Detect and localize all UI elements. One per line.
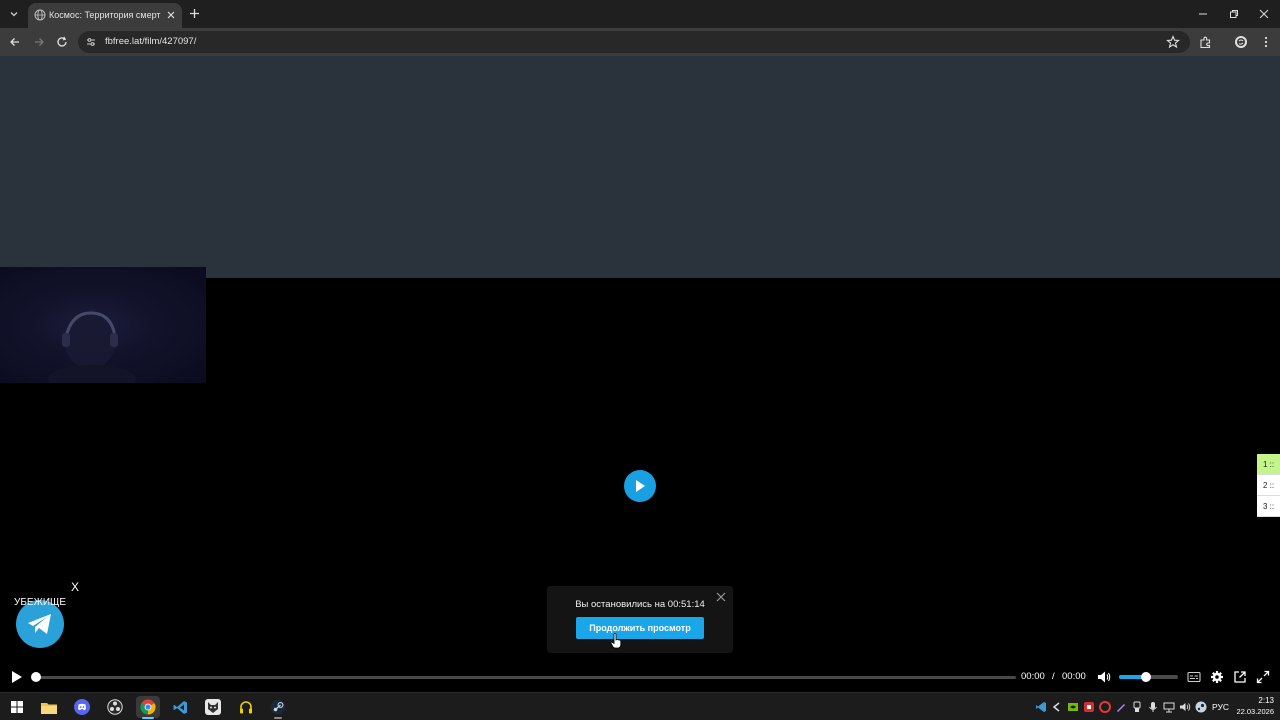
volume-knob[interactable] [1140,672,1151,682]
tray-opera-icon[interactable] [1099,701,1111,713]
total-time: 00:00 [1062,671,1086,682]
obs-icon[interactable] [106,698,124,716]
close-window-button[interactable] [1257,7,1271,21]
tray-vscode-icon[interactable] [1035,701,1047,713]
arrow-left-icon [10,38,19,46]
bookmark-star-icon[interactable] [1166,35,1180,49]
progress-bar[interactable] [36,676,1016,679]
address-bar[interactable]: fbfree.lat/film/427097/ [78,31,1190,53]
telegram-widget-label: УБЕЖИЩЕ [14,597,67,608]
keyboard-language[interactable]: РУС [1212,701,1229,713]
volume-slider[interactable] [1119,672,1178,682]
arrow-right-icon [35,38,44,46]
chevron-down-icon [10,11,17,16]
play-button-center[interactable] [624,470,656,502]
vscode-icon[interactable] [171,698,189,716]
volume-icon[interactable] [1097,670,1111,684]
forward-button[interactable] [32,35,46,49]
resume-popup: Вы остановились на 00:51:14 Продолжить п… [547,586,733,653]
app-wolf-icon[interactable] [204,698,222,716]
close-icon [167,11,175,19]
close-icon [716,592,726,602]
resume-close-button[interactable] [715,591,727,603]
webcam-overlay [0,267,206,383]
steam-icon[interactable] [269,698,287,716]
fullscreen-icon[interactable] [1256,670,1270,684]
telegram-icon [28,614,51,634]
plus-icon [190,9,199,18]
play-button[interactable] [11,670,23,684]
reload-button[interactable] [55,35,69,49]
tray-usb-icon[interactable] [1131,701,1143,713]
subtitles-icon[interactable] [1187,670,1201,684]
back-button[interactable] [8,35,22,49]
tab-search-button[interactable] [5,5,22,22]
tray-steam-icon[interactable] [1195,701,1207,713]
tray-arrow-icon[interactable] [1051,701,1063,713]
url-text[interactable]: fbfree.lat/film/427097/ [105,35,196,49]
resume-message: Вы остановились на 00:51:14 [575,599,705,610]
current-time: 00:00 [1021,671,1045,682]
more-vertical-icon [1264,36,1268,48]
tray-red-app-icon[interactable] [1083,701,1095,713]
tray-mic-icon[interactable] [1147,701,1159,713]
close-icon [1259,9,1269,19]
chrome-active-indicator [142,717,154,719]
picture-in-picture-icon[interactable] [1233,670,1247,684]
new-tab-button[interactable] [188,7,201,20]
windows-taskbar: РУС 2:13 22.03.2026 [0,692,1280,720]
player-controls: 00:00 / 00:00 [0,664,1280,692]
restore-icon [1230,10,1238,18]
tray-nvidia-icon[interactable] [1067,701,1079,713]
clock-time[interactable]: 2:13 [1234,696,1274,706]
side-tab-list: 1 :: 2 :: 3 :: [1257,454,1280,517]
browser-toolbar: fbfree.lat/film/427097/ [0,28,1280,56]
tray-network-icon[interactable] [1163,701,1175,713]
reload-icon [57,36,67,47]
discord-icon[interactable] [73,698,91,716]
tray-volume-icon[interactable] [1179,701,1191,713]
site-info-icon[interactable] [85,36,97,48]
minimize-button[interactable] [1196,7,1210,21]
steam-running-indicator [274,717,282,719]
tab-close-button[interactable] [165,9,177,21]
settings-gear-icon[interactable] [1210,670,1224,684]
time-separator: / [1052,671,1055,682]
tray-pen-icon[interactable] [1115,701,1127,713]
tab-title: Космос: Территория смерти ( [49,10,161,20]
browser-menu-button[interactable] [1259,35,1273,49]
profile-button[interactable] [1234,35,1248,49]
avatar-icon [1235,36,1247,48]
play-icon [636,480,645,492]
file-explorer-icon[interactable] [40,698,58,716]
side-tab-1[interactable]: 1 :: [1257,454,1280,475]
hand-cursor-icon [610,633,622,649]
globe-icon [34,9,46,21]
continue-watching-button[interactable]: Продолжить просмотр [576,617,704,639]
browser-tab[interactable]: Космос: Территория смерти ( [28,3,182,28]
chrome-icon[interactable] [139,698,157,716]
restore-button[interactable] [1227,7,1241,21]
webcam-person-image [48,309,136,383]
minimize-icon [1199,13,1207,15]
progress-knob[interactable] [31,672,41,682]
clock-date[interactable]: 22.03.2026 [1234,707,1274,717]
play-icon [12,671,22,683]
extensions-button[interactable] [1198,35,1212,49]
page-header-area [0,56,1280,278]
headphones-app-icon[interactable] [237,698,255,716]
tab-strip: Космос: Территория смерти ( [0,0,1280,28]
side-tab-2[interactable]: 2 :: [1257,475,1280,496]
puzzle-icon [1199,36,1210,48]
windows-start-icon[interactable] [8,698,26,716]
side-tab-3[interactable]: 3 :: [1257,496,1280,517]
telegram-widget-close[interactable]: X [71,580,79,594]
